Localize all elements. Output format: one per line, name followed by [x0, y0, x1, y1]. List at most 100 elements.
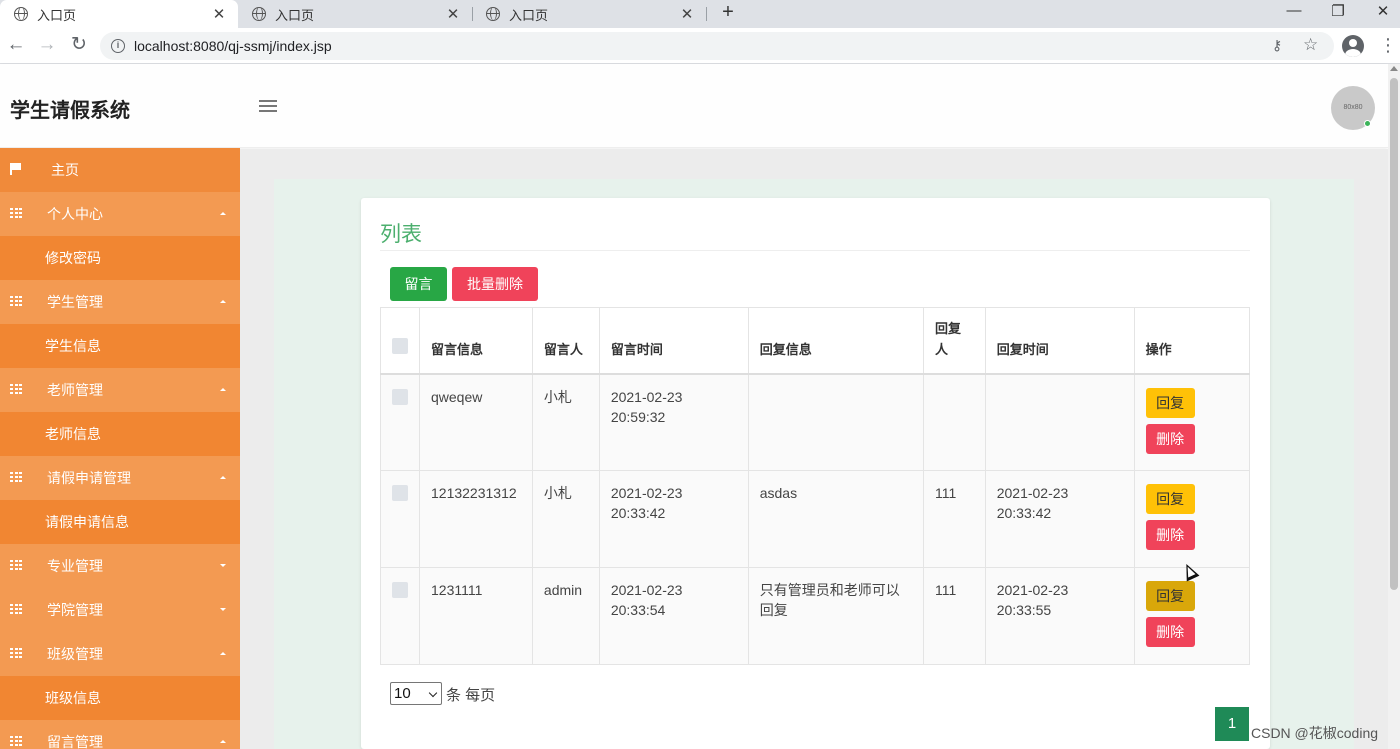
sidebar-item-class-info[interactable]: 班级信息 [0, 676, 240, 720]
column-header: 回复人 [922, 307, 986, 374]
account-icon[interactable] [1342, 35, 1364, 57]
sidebar-item-teacher-info[interactable]: 老师信息 [0, 412, 240, 456]
reload-button[interactable]: ↻ [68, 35, 90, 55]
sidebar-item-message-management[interactable]: 留言管理 [0, 720, 240, 749]
back-button[interactable]: ← [5, 35, 27, 55]
reply-time-cell: 2021-02-23 20:33:55 [984, 567, 1135, 665]
sidebar-item-label: 个人中心 [47, 206, 103, 222]
grid-icon [10, 208, 22, 218]
forward-button[interactable]: → [36, 35, 58, 55]
sidebar-item-student-management[interactable]: 学生管理 [0, 280, 240, 324]
sidebar-item-label: 学院管理 [47, 602, 103, 618]
close-tab-icon[interactable]: ✕ [444, 5, 462, 23]
sidebar-item-class-management[interactable]: 班级管理 [0, 632, 240, 676]
new-tab-button[interactable]: + [718, 1, 738, 24]
tab-separator [706, 7, 707, 21]
select-all-checkbox[interactable] [392, 337, 408, 354]
scroll-up-icon[interactable] [1390, 66, 1398, 71]
message-cell: 12132231312 [419, 470, 533, 568]
select-cell [380, 567, 420, 665]
sidebar-item-label: 学生信息 [45, 338, 101, 354]
flag-icon [10, 163, 21, 175]
grid-icon [10, 384, 22, 394]
sidebar-item-college-management[interactable]: 学院管理 [0, 588, 240, 632]
browser-tab-1[interactable]: 入口页 ✕ [0, 0, 238, 28]
star-icon[interactable]: ☆ [1303, 35, 1318, 55]
sidebar: 主页 个人中心 修改密码 学生管理 学生信息 老师管理 老师信息 请假申请管理 … [0, 148, 240, 749]
sidebar-item-label: 请假申请管理 [47, 470, 131, 486]
sidebar-item-leave-management[interactable]: 请假申请管理 [0, 456, 240, 500]
key-icon[interactable]: ⚷ [1272, 37, 1282, 54]
caret-up-icon [220, 388, 226, 391]
info-icon[interactable]: i [111, 39, 125, 53]
close-tab-icon[interactable]: ✕ [210, 5, 228, 23]
globe-icon [252, 7, 266, 21]
url-text[interactable]: localhost:8080/qj-ssmj/index.jsp [134, 38, 332, 54]
sidebar-item-label: 主页 [51, 162, 79, 178]
divider [380, 250, 1250, 251]
hamburger-icon[interactable] [259, 100, 277, 112]
online-status-dot [1364, 120, 1371, 127]
delete-button[interactable]: 删除 [1145, 423, 1195, 454]
table-row: 1231111 admin 2021-02-23 20:33:54 只有管理员和… [380, 567, 1251, 665]
minimize-button[interactable]: — [1284, 2, 1304, 19]
table-header-row: 留言信息 留言人 留言时间 回复信息 回复人 回复时间 操作 [380, 307, 1251, 374]
sidebar-item-home[interactable]: 主页 [0, 148, 240, 192]
row-checkbox[interactable] [392, 388, 408, 405]
reply-cell: asdas [747, 470, 924, 568]
message-cell: 1231111 [419, 567, 533, 665]
column-header: 回复信息 [747, 307, 924, 374]
sidebar-item-student-info[interactable]: 学生信息 [0, 324, 240, 368]
caret-up-icon [220, 300, 226, 303]
sidebar-item-teacher-management[interactable]: 老师管理 [0, 368, 240, 412]
sidebar-item-label: 学生管理 [47, 294, 103, 310]
column-header: 操作 [1133, 307, 1251, 374]
grid-icon [10, 296, 22, 306]
browser-tab-2[interactable]: 入口页 ✕ [238, 0, 472, 28]
reply-button[interactable]: 回复 [1145, 484, 1195, 514]
replier-cell: 111 [922, 567, 986, 665]
sidebar-item-major-management[interactable]: 专业管理 [0, 544, 240, 588]
column-header: 留言时间 [598, 307, 749, 374]
replier-cell [922, 373, 986, 471]
caret-up-icon [220, 652, 226, 655]
delete-button[interactable]: 删除 [1145, 617, 1195, 647]
reply-cell: 只有管理员和老师可以回复 [747, 567, 924, 665]
globe-icon [14, 7, 28, 21]
page-size-select[interactable]: 10 [390, 682, 442, 705]
column-header: 留言人 [531, 307, 600, 374]
caret-down-icon [220, 608, 226, 611]
reply-time-cell [984, 373, 1135, 471]
app-title: 学生请假系统 [10, 100, 130, 122]
bulk-delete-button[interactable]: 批量删除 [452, 267, 538, 301]
restore-button[interactable]: ❐ [1328, 2, 1348, 20]
sidebar-item-personal-center[interactable]: 个人中心 [0, 192, 240, 236]
sidebar-item-leave-info[interactable]: 请假申请信息 [0, 500, 240, 544]
page-number-button[interactable]: 1 [1215, 707, 1249, 741]
reply-button[interactable]: 回复 [1145, 581, 1195, 611]
time-cell: 2021-02-23 20:59:32 [598, 373, 749, 471]
globe-icon [486, 7, 500, 21]
window-close-button[interactable]: ✕ [1373, 2, 1393, 20]
reply-button[interactable]: 回复 [1145, 387, 1195, 418]
sidebar-item-change-password[interactable]: 修改密码 [0, 236, 240, 280]
row-checkbox[interactable] [392, 582, 408, 598]
caret-down-icon [220, 564, 226, 567]
add-message-button[interactable]: 留言 [390, 267, 447, 301]
url-field[interactable]: i localhost:8080/qj-ssmj/index.jsp ⚷ ☆ [100, 32, 1334, 60]
select-cell [380, 470, 420, 568]
page-title: 列表 [380, 223, 422, 246]
replier-cell: 111 [922, 470, 986, 568]
table-row: 12132231312 小札 2021-02-23 20:33:42 asdas… [380, 470, 1251, 568]
reply-cell [747, 373, 924, 471]
browser-tab-3[interactable]: 入口页 ✕ [472, 0, 706, 28]
browser-menu-icon[interactable]: ⋮ [1379, 35, 1397, 55]
browser-tab-strip: 入口页 ✕ 入口页 ✕ 入口页 ✕ + — ❐ ✕ [0, 0, 1400, 28]
tab-title: 入口页 [37, 7, 77, 23]
row-checkbox[interactable] [392, 485, 408, 501]
scrollbar-thumb[interactable] [1390, 78, 1398, 590]
time-cell: 2021-02-23 20:33:42 [598, 470, 749, 568]
grid-icon [10, 648, 22, 658]
delete-button[interactable]: 删除 [1145, 520, 1195, 550]
close-tab-icon[interactable]: ✕ [678, 5, 696, 23]
